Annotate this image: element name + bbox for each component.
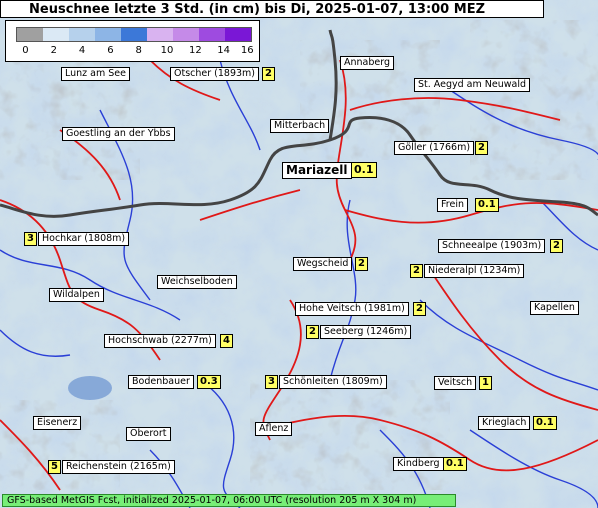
legend-swatch-5 — [147, 28, 173, 41]
place-label: Kapellen — [530, 301, 579, 315]
place-label: Reichenstein (2165m) — [62, 460, 175, 474]
place-label: Wegscheid — [293, 257, 353, 271]
snow-value: 0.1 — [533, 416, 557, 430]
legend-tick: 2 — [50, 45, 57, 56]
legend-swatch-4 — [121, 28, 147, 41]
place-label: Hohe Veitsch (1981m) — [295, 302, 409, 316]
place-label: St. Aegyd am Neuwald — [414, 78, 531, 92]
snow-value: 0.1 — [351, 162, 377, 178]
place-label: Mitterbach — [270, 119, 330, 133]
snow-value: 2 — [410, 264, 423, 278]
legend-tick: 16 — [240, 45, 254, 56]
place-label: Annaberg — [340, 56, 395, 70]
legend-tick: 8 — [135, 45, 142, 56]
snow-value: 1 — [479, 376, 492, 390]
legend-swatch-7 — [199, 28, 225, 41]
snow-value: 2 — [550, 239, 563, 253]
place-label: Ötscher (1893m) — [170, 67, 260, 81]
legend-color-bar — [16, 27, 252, 42]
snow-value: 5 — [48, 460, 61, 474]
legend-swatch-3 — [95, 28, 121, 41]
place-label: Aflenz — [255, 422, 293, 436]
snow-value: 4 — [220, 334, 233, 348]
snow-value: 0.1 — [443, 457, 467, 471]
place-label: Göller (1766m) — [394, 141, 475, 155]
place-label: Seeberg (1246m) — [320, 325, 412, 339]
snow-value: 3 — [24, 232, 37, 246]
legend-swatch-8 — [225, 28, 251, 41]
place-label: Veitsch — [434, 376, 477, 390]
place-label: Lunz am See — [61, 67, 130, 81]
place-label: Eisenerz — [33, 416, 82, 430]
place-label: Schönleiten (1809m) — [279, 375, 387, 389]
place-label: Kindberg — [393, 457, 444, 471]
snow-value: 2 — [413, 302, 426, 316]
legend-swatch-1 — [43, 28, 69, 41]
snowfall-legend: 0 2 4 6 8 10 12 14 16 — [5, 20, 260, 62]
legend-tick: 0 — [22, 45, 29, 56]
legend-tick: 10 — [160, 45, 174, 56]
place-label: Hochschwab (2277m) — [104, 334, 216, 348]
legend-tick: 6 — [107, 45, 114, 56]
place-label: Goestling an der Ybbs — [62, 127, 175, 141]
place-label: Niederalpl (1234m) — [424, 264, 525, 278]
map-title: Neuschnee letzte 3 Std. (in cm) bis Di, … — [0, 0, 544, 18]
snow-value: 0.1 — [475, 198, 499, 212]
place-label: Oberort — [126, 427, 171, 441]
snow-value: 2 — [262, 67, 275, 81]
legend-tick: 12 — [188, 45, 202, 56]
place-label: Hochkar (1808m) — [38, 232, 130, 246]
snow-value: 3 — [265, 375, 278, 389]
snow-value: 0.3 — [197, 375, 221, 389]
place-label: Weichselboden — [157, 275, 237, 289]
snow-value: 2 — [355, 257, 368, 271]
place-label: Krieglach — [478, 416, 531, 430]
legend-tick: 4 — [78, 45, 86, 56]
legend-tick: 14 — [217, 45, 231, 56]
place-label: Bodenbauer — [128, 375, 194, 389]
legend-swatch-2 — [69, 28, 95, 41]
place-label: Mariazell — [282, 162, 352, 179]
place-label: Wildalpen — [49, 288, 104, 302]
forecast-footer: GFS-based MetGIS Fcst, initialized 2025-… — [2, 494, 456, 507]
legend-swatch-0 — [17, 28, 43, 41]
legend-swatch-6 — [173, 28, 199, 41]
snow-value: 2 — [475, 141, 488, 155]
place-label: Frein — [437, 198, 468, 212]
place-label: Schneealpe (1903m) — [438, 239, 546, 253]
snow-value: 2 — [306, 325, 319, 339]
